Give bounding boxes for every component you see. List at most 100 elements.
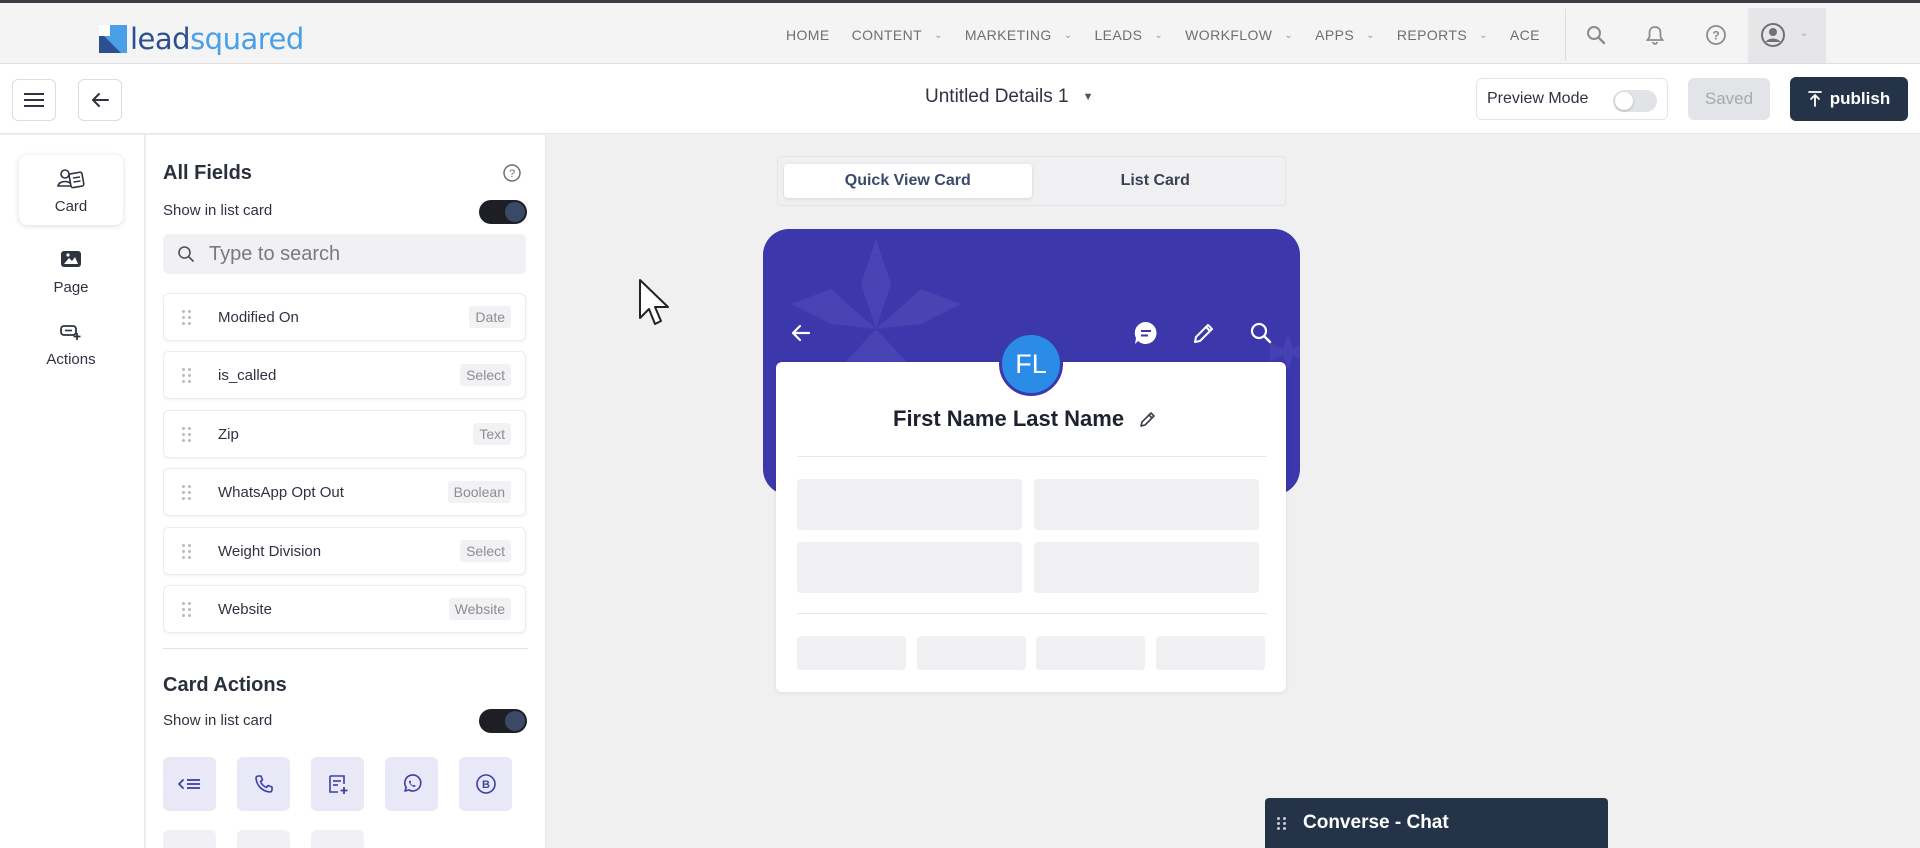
chevron-down-icon: ⌄ — [934, 29, 943, 41]
rail-item-page[interactable]: Page — [19, 236, 123, 306]
nav-reports[interactable]: REPORTS ⌄ — [1397, 3, 1488, 67]
logo-mark-icon — [99, 25, 127, 53]
drag-handle-icon[interactable] — [182, 601, 192, 617]
lead-name: First Name Last Name — [893, 406, 1125, 431]
field-item[interactable]: Modified On Date — [163, 293, 526, 341]
drag-handle-icon[interactable] — [182, 484, 192, 500]
preview-mode-toggle[interactable]: Preview Mode — [1476, 78, 1668, 120]
field-item[interactable]: Zip Text — [163, 410, 526, 458]
field-list: Modified On Date is_called Select Zip Te… — [163, 290, 528, 646]
rail-item-label: Card — [54, 197, 88, 215]
field-type-badge: Select — [460, 540, 511, 562]
tab-list-card[interactable]: List Card — [1032, 164, 1280, 198]
logo-wordmark: leadsquared — [130, 22, 304, 56]
search-icon[interactable] — [1246, 318, 1276, 348]
whatsapp-action-button[interactable] — [385, 757, 438, 811]
drag-handle-icon[interactable] — [182, 426, 192, 442]
search-input[interactable] — [209, 242, 509, 266]
chevron-down-icon: ⌄ — [1154, 29, 1164, 41]
drag-handle-icon[interactable] — [182, 309, 192, 325]
action-placeholder — [1156, 636, 1265, 670]
action-placeholder — [797, 636, 906, 670]
b-icon: B — [475, 774, 496, 794]
drag-handle-icon[interactable] — [1277, 816, 1287, 830]
field-name: WhatsApp Opt Out — [218, 483, 344, 501]
field-item[interactable]: Weight Division Select — [163, 527, 526, 575]
avatar: FL — [999, 332, 1063, 396]
chevron-down-icon: ▼ — [1082, 91, 1094, 103]
action-button-placeholder[interactable] — [311, 830, 364, 848]
fields-panel: All Fields ? Show in list card Modified … — [146, 135, 546, 848]
all-fields-title: All Fields — [163, 162, 252, 184]
card-icon — [57, 166, 85, 192]
field-type-badge: Date — [469, 306, 511, 328]
b-action-button[interactable]: B — [459, 757, 512, 811]
action-button-placeholder[interactable] — [163, 830, 216, 848]
nav-workflow[interactable]: WORKFLOW ⌄ — [1185, 3, 1293, 67]
document-title-dropdown[interactable]: Untitled Details 1 ▼ — [925, 86, 1094, 108]
converse-chat-widget[interactable]: Converse - Chat — [1265, 798, 1608, 848]
left-rail: Card Page Actions — [0, 135, 145, 848]
drag-handle-icon[interactable] — [182, 543, 192, 559]
bell-icon[interactable] — [1641, 21, 1669, 49]
drag-handle-icon[interactable] — [182, 367, 192, 383]
rail-item-card[interactable]: Card — [19, 155, 123, 225]
field-search[interactable] — [163, 234, 526, 274]
hamburger-icon — [24, 93, 44, 107]
show-in-list-label: Show in list card — [163, 202, 273, 219]
list-action-button[interactable] — [163, 757, 216, 811]
card-actions-title: Card Actions — [163, 674, 287, 696]
field-type-badge: Website — [448, 598, 511, 620]
top-navigation-bar: leadsquared HOME CONTENT ⌄ MARKETING ⌄ LEA… — [0, 0, 1920, 64]
nav-home[interactable]: HOME — [786, 3, 830, 67]
help-icon[interactable]: ? — [502, 163, 522, 188]
hamburger-menu-button[interactable] — [12, 79, 56, 121]
rail-item-label: Actions — [46, 350, 96, 368]
svg-text:?: ? — [1712, 29, 1719, 43]
card-actions-show-in-list-switch[interactable] — [479, 709, 527, 733]
rail-item-actions[interactable]: Actions — [19, 308, 123, 378]
field-type-badge: Select — [460, 364, 511, 386]
search-icon[interactable] — [1582, 21, 1610, 49]
nav-content[interactable]: CONTENT ⌄ — [852, 3, 943, 67]
field-name: Weight Division — [218, 542, 322, 560]
show-in-list-switch[interactable] — [479, 200, 527, 224]
back-arrow-icon[interactable] — [786, 318, 816, 348]
nav-apps[interactable]: APPS ⌄ — [1315, 3, 1375, 67]
help-icon[interactable]: ? — [1702, 21, 1730, 49]
page-icon — [60, 247, 82, 273]
action-button-placeholder[interactable] — [237, 830, 290, 848]
chevron-down-icon: ⌄ — [1479, 29, 1488, 41]
profile-menu[interactable]: ⌄ — [1748, 8, 1826, 63]
nav-marketing[interactable]: MARKETING ⌄ — [965, 3, 1073, 67]
field-name: Website — [218, 600, 272, 618]
edit-icon[interactable] — [1189, 318, 1219, 348]
leadsquared-logo[interactable]: leadsquared — [99, 23, 304, 55]
back-button[interactable] — [78, 79, 122, 121]
chat-icon[interactable] — [1131, 318, 1161, 348]
preview-mode-switch[interactable] — [1613, 90, 1657, 112]
action-placeholder — [1036, 636, 1145, 670]
field-item[interactable]: is_called Select — [163, 351, 526, 399]
mouse-cursor-icon — [638, 278, 672, 333]
lead-name-heading: First Name Last Name — [893, 406, 1158, 432]
tab-quick-view-card[interactable]: Quick View Card — [784, 164, 1032, 198]
add-note-icon — [328, 775, 347, 794]
add-note-action-button[interactable] — [311, 757, 364, 811]
field-item[interactable]: Website Website — [163, 585, 526, 633]
call-action-button[interactable] — [237, 757, 290, 811]
nav-ace[interactable]: ACE — [1510, 3, 1540, 67]
list-divider — [163, 648, 528, 649]
preview-mode-label: Preview Mode — [1487, 90, 1589, 107]
chevron-down-icon: ⌄ — [1800, 28, 1809, 39]
chevron-down-icon: ⌄ — [1366, 29, 1375, 41]
editor-toolbar: Untitled Details 1 ▼ Preview Mode Saved … — [0, 64, 1920, 134]
nav-leads[interactable]: LEADS ⌄ — [1094, 3, 1163, 67]
rail-item-label: Page — [53, 278, 89, 296]
field-name: Zip — [218, 425, 239, 443]
pencil-icon[interactable] — [1138, 409, 1158, 429]
saved-button[interactable]: Saved — [1688, 78, 1770, 120]
document-title: Untitled Details 1 — [925, 86, 1069, 107]
publish-button[interactable]: publish — [1790, 77, 1908, 121]
field-item[interactable]: WhatsApp Opt Out Boolean — [163, 468, 526, 516]
